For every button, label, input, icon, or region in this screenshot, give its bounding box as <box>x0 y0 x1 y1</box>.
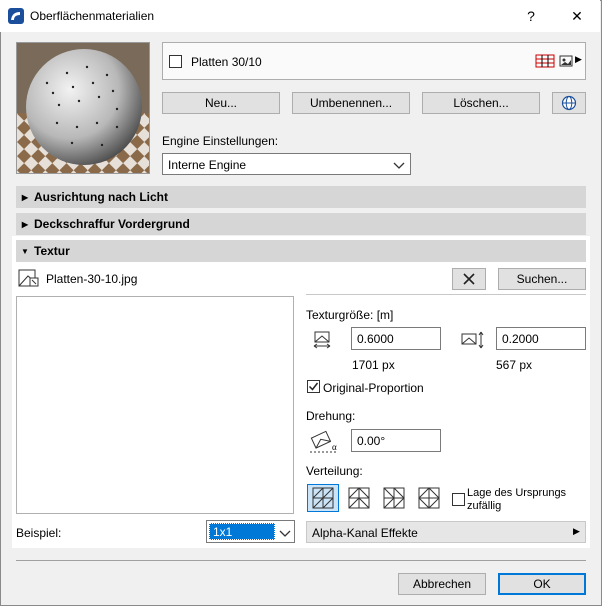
remove-texture-button[interactable] <box>452 268 486 290</box>
section-title: Textur <box>34 244 70 258</box>
cancel-button[interactable]: Abbrechen <box>398 573 486 595</box>
footer-divider <box>16 560 586 561</box>
close-x-icon <box>463 273 475 285</box>
texture-file-name: Platten-30-10.jpg <box>46 272 138 286</box>
section-title: Ausrichtung nach Licht <box>34 190 169 204</box>
material-selector[interactable]: Platten 30/10 ▶ <box>162 42 586 80</box>
distribution-label: Verteilung: <box>306 464 363 478</box>
random-origin-label-line2: zufällig <box>467 500 502 512</box>
engine-value: Interne Engine <box>168 158 247 172</box>
distribution-option-4[interactable] <box>413 484 445 512</box>
texture-preview-area <box>16 296 294 514</box>
texture-height-input[interactable] <box>496 327 586 350</box>
archicad-icon <box>8 8 24 24</box>
original-proportion-checkbox[interactable] <box>307 380 320 393</box>
texture-width-px: 1701 px <box>352 358 395 372</box>
section-title: Deckschraffur Vordergrund <box>34 217 190 231</box>
random-origin-label-line1: Lage des Ursprungs <box>467 487 567 499</box>
example-value: 1x1 <box>213 525 233 539</box>
hatch-grid-icon <box>535 54 555 68</box>
texture-height-icon <box>461 331 484 349</box>
tile-pattern-icon <box>312 487 334 509</box>
material-preview <box>16 42 150 174</box>
distribution-option-3[interactable] <box>378 484 410 512</box>
section-texture[interactable]: ▼ Textur <box>16 240 586 262</box>
globe-icon <box>561 95 577 111</box>
distribution-option-1[interactable] <box>307 484 339 512</box>
example-dropdown[interactable]: 1x1 <box>206 520 295 543</box>
material-color-swatch[interactable] <box>169 55 182 68</box>
rotation-input[interactable] <box>351 429 441 452</box>
alpha-channel-effects[interactable]: Alpha-Kanal Effekte ▶ <box>306 521 586 543</box>
chevron-right-icon: ▶ <box>573 526 580 536</box>
rotation-angle-icon: α <box>310 430 338 453</box>
search-texture-button[interactable]: Suchen... <box>498 268 586 290</box>
rename-button[interactable]: Umbenennen... <box>292 92 410 114</box>
window-title: Oberflächenmaterialien <box>30 9 155 23</box>
random-origin-label: Lage des Ursprungs zufällig <box>467 487 566 513</box>
chevron-down-icon <box>279 530 291 537</box>
original-proportion-label: Original-Proportion <box>323 381 424 395</box>
texture-height-px: 567 px <box>496 358 533 372</box>
distribution-option-2[interactable] <box>343 484 375 512</box>
example-label: Beispiel: <box>16 526 62 540</box>
engine-dropdown[interactable]: Interne Engine <box>162 153 411 175</box>
title-bar: Oberflächenmaterialien ? ✕ <box>0 0 600 32</box>
svg-text:α: α <box>332 442 337 452</box>
section-light-alignment[interactable]: ▶ Ausrichtung nach Licht <box>16 186 586 208</box>
checkmark-icon <box>308 382 319 391</box>
close-button[interactable]: ✕ <box>554 0 600 32</box>
help-button[interactable]: ? <box>508 0 554 32</box>
collapsed-arrow-icon: ▶ <box>21 192 29 202</box>
new-button[interactable]: Neu... <box>162 92 280 114</box>
engine-label: Engine Einstellungen: <box>162 134 279 148</box>
tile-mirror-x-icon <box>348 487 370 509</box>
alpha-channel-label: Alpha-Kanal Effekte <box>312 526 418 540</box>
delete-button[interactable]: Löschen... <box>422 92 540 114</box>
collapsed-arrow-icon: ▶ <box>21 219 29 229</box>
ok-button[interactable]: OK <box>498 573 586 595</box>
tile-mirror-y-icon <box>383 487 405 509</box>
rotation-label: Drehung: <box>306 409 356 423</box>
section-foreground-hatch[interactable]: ▶ Deckschraffur Vordergrund <box>16 213 586 235</box>
globe-button[interactable] <box>552 92 586 114</box>
chevron-down-icon <box>393 162 405 169</box>
image-preview-icon <box>559 55 573 67</box>
texture-width-icon <box>313 331 331 349</box>
expanded-arrow-icon: ▼ <box>21 246 29 256</box>
texture-size-label: Texturgröße: [m] <box>306 308 394 322</box>
texture-file-icon <box>18 269 39 287</box>
divider <box>306 294 586 295</box>
random-origin-checkbox[interactable] <box>452 493 465 506</box>
chevron-right-icon[interactable]: ▶ <box>575 54 582 65</box>
material-name: Platten 30/10 <box>191 55 262 69</box>
texture-width-input[interactable] <box>351 327 441 350</box>
tile-mirror-xy-icon <box>418 487 440 509</box>
